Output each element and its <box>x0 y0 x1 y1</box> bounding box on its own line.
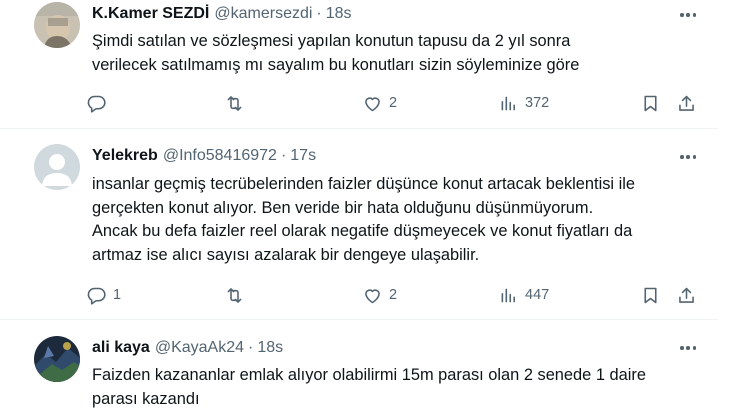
tweet-text-line: parası kazandı <box>92 389 200 408</box>
tweet-actions: 1 2 447 <box>86 282 706 308</box>
reply-button[interactable] <box>86 90 113 116</box>
separator: · <box>248 339 254 356</box>
heart-icon <box>365 288 380 303</box>
view-count: 372 <box>525 95 550 111</box>
views-button[interactable]: 447 <box>498 282 549 308</box>
tweet-actions: 2 372 <box>86 90 706 116</box>
tweet-text: Şimdi satılan ve sözleşmesi yapılan konu… <box>92 30 717 77</box>
reply-icon <box>87 287 106 305</box>
tweet-text-line: Ancak bu defa faizler reel olarak negati… <box>92 222 633 240</box>
tweet-feed: K.Kamer SEZDİ @kamersezdi · 18s Şimdi sa… <box>0 0 730 420</box>
tweet-text-line: verilecek satılmamış mı sayalım bu konut… <box>92 55 580 74</box>
bookmark-icon <box>644 95 657 111</box>
like-button[interactable]: 2 <box>362 90 397 116</box>
reply-count: 1 <box>113 287 122 303</box>
repost-icon <box>227 287 242 303</box>
bookmark-icon <box>644 287 657 303</box>
separator: · <box>280 147 287 164</box>
separator: · <box>316 5 322 22</box>
user-handle[interactable]: @Info58416972 <box>163 147 277 165</box>
heart-icon <box>365 96 380 111</box>
share-icon <box>679 95 694 111</box>
tweet-text: Faizden kazananlar emlak alıyor olabilir… <box>92 364 717 411</box>
bookmark-button[interactable] <box>640 282 661 308</box>
avatar-photo-icon <box>34 336 80 382</box>
timestamp[interactable]: 18s <box>326 5 352 23</box>
repost-icon <box>227 95 242 111</box>
repost-button[interactable] <box>224 90 251 116</box>
tweet-2[interactable]: Yelekreb @Info58416972 · 17s insanlar ge… <box>0 129 730 319</box>
like-count: 2 <box>389 287 398 303</box>
views-button[interactable]: 372 <box>498 90 549 116</box>
tweet-3[interactable]: ali kaya @KayaAk24 · 18s Faizden kazanan… <box>0 320 730 420</box>
timestamp[interactable]: 17s <box>290 147 316 165</box>
tweet-text-line: Faizden kazananlar emlak alıyor olabilir… <box>92 366 646 384</box>
repost-button[interactable] <box>224 282 251 308</box>
display-name[interactable]: ali kaya <box>92 339 150 357</box>
share-button[interactable] <box>676 282 697 308</box>
display-name[interactable]: Yelekreb <box>92 147 158 165</box>
more-icon[interactable] <box>676 7 700 23</box>
tweet-text: insanlar geçmiş tecrübelerinden faizler … <box>92 173 717 267</box>
views-icon <box>501 288 515 302</box>
reply-button[interactable]: 1 <box>86 282 121 308</box>
tweet-header: Yelekreb @Info58416972 · 17s <box>92 145 316 167</box>
user-handle[interactable]: @kamersezdi <box>214 5 312 23</box>
avatar-photo-icon <box>34 2 80 48</box>
tweet-text-line: insanlar geçmiş tecrübelerinden faizler … <box>92 175 636 193</box>
like-button[interactable]: 2 <box>362 282 397 308</box>
reply-icon <box>87 95 106 113</box>
bookmark-button[interactable] <box>640 90 661 116</box>
like-count: 2 <box>389 95 398 111</box>
timestamp[interactable]: 18s <box>257 339 283 357</box>
share-icon <box>679 287 694 303</box>
more-icon[interactable] <box>676 340 700 356</box>
tweet-text-line: Şimdi satılan ve sözleşmesi yapılan konu… <box>92 32 571 50</box>
tweet-header: ali kaya @KayaAk24 · 18s <box>92 337 283 359</box>
default-profile-icon <box>34 144 80 190</box>
views-icon <box>501 96 515 110</box>
avatar-info58416972[interactable] <box>34 144 80 190</box>
tweet-text-line: gerçekten konut alıyor. Ben veride bir h… <box>92 198 594 217</box>
view-count: 447 <box>525 287 550 303</box>
user-handle[interactable]: @KayaAk24 <box>155 339 244 357</box>
tweet-header: K.Kamer SEZDİ @kamersezdi · 18s <box>92 3 352 25</box>
more-icon[interactable] <box>676 149 700 165</box>
display-name[interactable]: K.Kamer SEZDİ <box>92 5 209 23</box>
share-button[interactable] <box>676 90 697 116</box>
tweet-1[interactable]: K.Kamer SEZDİ @kamersezdi · 18s Şimdi sa… <box>0 0 730 128</box>
avatar-kamersezdi[interactable] <box>34 2 80 48</box>
avatar-kayaak24[interactable] <box>34 336 80 382</box>
tweet-text-line: artmaz ise alıcı sayısı azalarak bir den… <box>92 245 480 264</box>
